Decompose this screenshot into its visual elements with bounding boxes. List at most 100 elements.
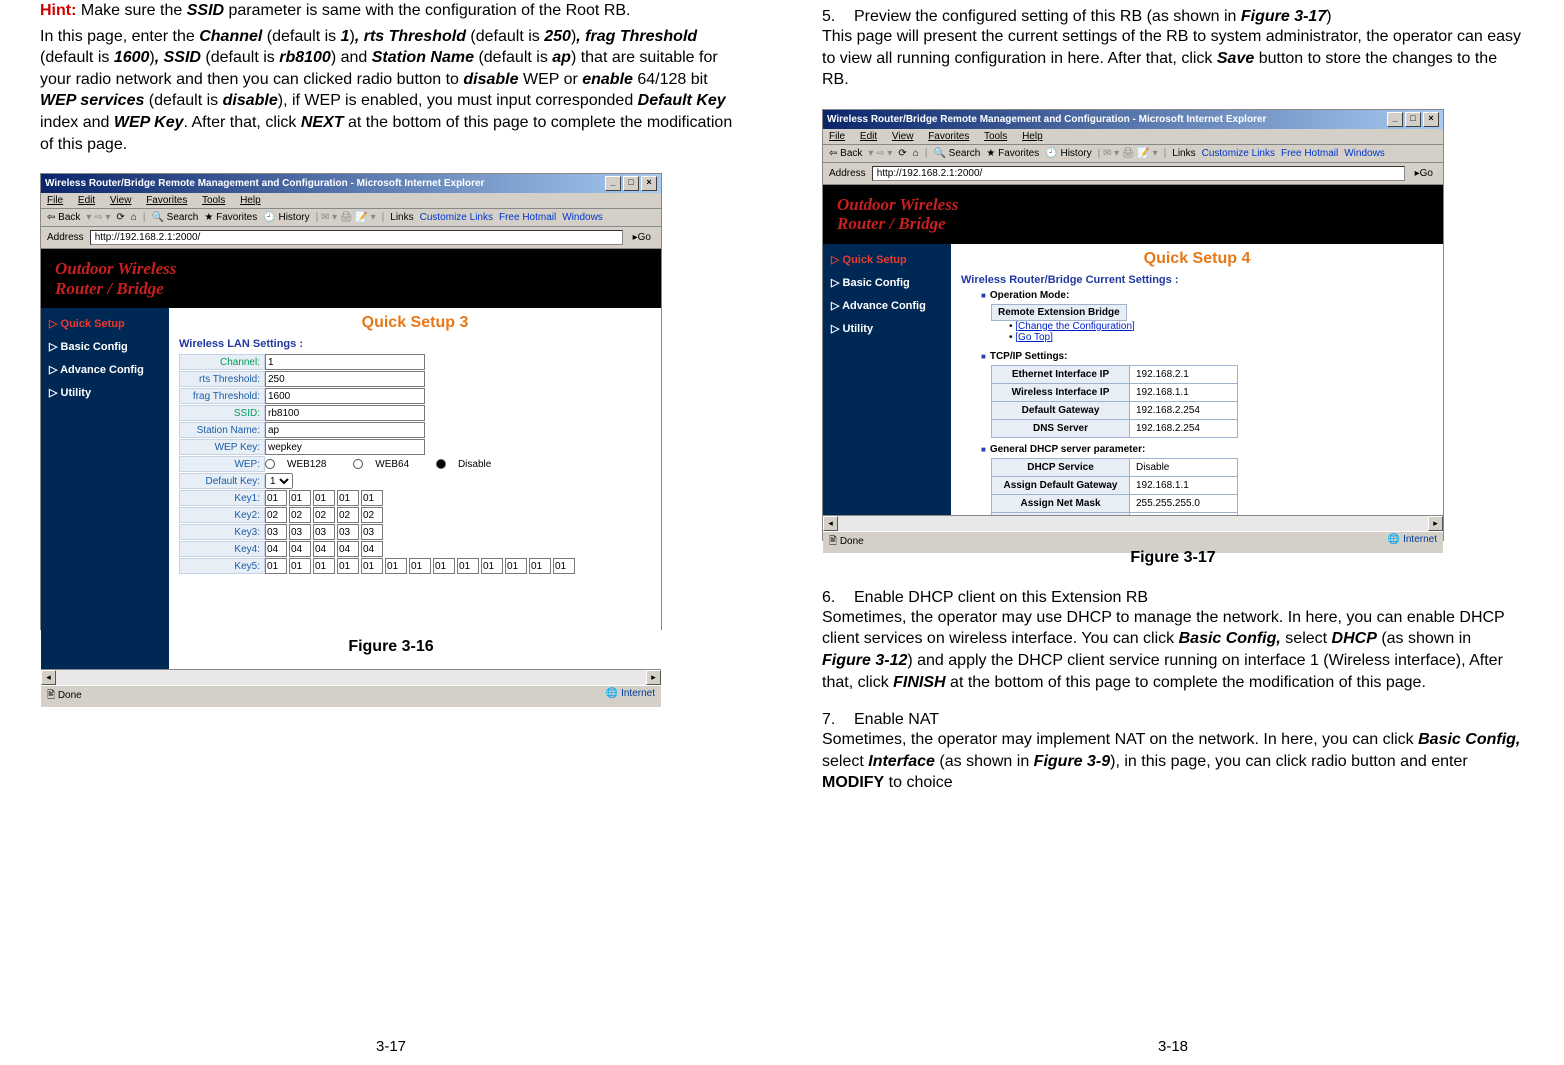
input-wepkey[interactable] <box>265 439 425 455</box>
menu-bar[interactable]: File Edit View Favorites Tools Help <box>41 193 661 209</box>
link-hotmail[interactable]: Free Hotmail <box>499 212 556 223</box>
search-button[interactable]: Search <box>949 148 981 159</box>
key-input[interactable] <box>289 490 311 506</box>
nav-utility[interactable]: ▷ Utility <box>823 317 951 340</box>
link-hotmail[interactable]: Free Hotmail <box>1281 148 1338 159</box>
link-change-config[interactable]: [Change the Configuration] <box>1015 321 1135 332</box>
nav-utility[interactable]: ▷ Utility <box>41 381 169 404</box>
nav-advance-config[interactable]: ▷ Advance Config <box>823 294 951 317</box>
menu-tools[interactable]: Tools <box>984 131 1007 142</box>
key-input[interactable] <box>553 558 575 574</box>
key-input[interactable] <box>265 507 287 523</box>
history-button[interactable]: History <box>1060 148 1091 159</box>
key-input[interactable] <box>265 558 287 574</box>
menu-bar[interactable]: File Edit View Favorites Tools Help <box>823 129 1443 145</box>
key-input[interactable] <box>337 524 359 540</box>
nav-basic-config[interactable]: ▷ Basic Config <box>823 271 951 294</box>
radio-web64[interactable]: WEB64 <box>353 459 421 470</box>
key-input[interactable] <box>289 558 311 574</box>
input-frag[interactable] <box>265 388 425 404</box>
status-bar: 🖹 Done 🌐 Internet <box>41 685 661 707</box>
select-default-key[interactable]: 1 <box>265 473 293 489</box>
key-input[interactable] <box>289 541 311 557</box>
key-input[interactable] <box>409 558 431 574</box>
radio-web128[interactable]: WEB128 <box>265 459 338 470</box>
key-input[interactable] <box>289 507 311 523</box>
key-input[interactable] <box>289 524 311 540</box>
favorites-button[interactable]: Favorites <box>216 212 257 223</box>
step-7-body: Sometimes, the operator may implement NA… <box>822 729 1524 794</box>
horizontal-scrollbar[interactable]: ◂▸ <box>41 669 661 685</box>
key-input[interactable] <box>361 558 383 574</box>
key-input[interactable] <box>505 558 527 574</box>
key-input[interactable] <box>313 524 335 540</box>
key-input[interactable] <box>265 524 287 540</box>
key-input[interactable] <box>529 558 551 574</box>
key-input[interactable] <box>481 558 503 574</box>
link-go-top[interactable]: [Go Top] <box>1015 332 1053 343</box>
go-button[interactable]: ▸Go <box>1411 168 1437 179</box>
key-input[interactable] <box>433 558 455 574</box>
link-windows[interactable]: Windows <box>562 212 603 223</box>
key-input[interactable] <box>361 490 383 506</box>
back-button[interactable]: Back <box>840 148 862 159</box>
link-windows[interactable]: Windows <box>1344 148 1385 159</box>
back-button[interactable]: Back <box>58 212 80 223</box>
maximize-icon[interactable]: □ <box>1405 112 1421 127</box>
menu-view[interactable]: View <box>110 195 132 206</box>
input-rts[interactable] <box>265 371 425 387</box>
close-icon[interactable]: × <box>641 176 657 191</box>
nav-quick-setup[interactable]: ▷ Quick Setup <box>41 312 169 335</box>
input-channel[interactable] <box>265 354 425 370</box>
menu-file[interactable]: File <box>829 131 845 142</box>
menu-view[interactable]: View <box>892 131 914 142</box>
menu-edit[interactable]: Edit <box>78 195 95 206</box>
link-customize[interactable]: Customize Links <box>420 212 493 223</box>
minimize-icon[interactable]: _ <box>605 176 621 191</box>
toolbar[interactable]: ⇦ Back ▾ ⇨ ▾ ⟳⌂ | 🔍 Search ★ Favorites 🕘… <box>823 145 1443 163</box>
key-input[interactable] <box>265 541 287 557</box>
menu-favorites[interactable]: Favorites <box>928 131 969 142</box>
nav-quick-setup[interactable]: ▷ Quick Setup <box>823 248 951 271</box>
key-input[interactable] <box>337 507 359 523</box>
link-customize[interactable]: Customize Links <box>1202 148 1275 159</box>
key-input[interactable] <box>385 558 407 574</box>
nav-advance-config[interactable]: ▷ Advance Config <box>41 358 169 381</box>
table-key: Default Gateway <box>992 401 1130 419</box>
history-button[interactable]: History <box>278 212 309 223</box>
key-input[interactable] <box>313 490 335 506</box>
menu-favorites[interactable]: Favorites <box>146 195 187 206</box>
toolbar[interactable]: ⇦ Back ▾ ⇨ ▾ ⟳⌂ | 🔍 Search ★ Favorites 🕘… <box>41 209 661 227</box>
status-zone: Internet <box>621 688 655 699</box>
key-input[interactable] <box>361 541 383 557</box>
favorites-button[interactable]: Favorites <box>998 148 1039 159</box>
address-input[interactable] <box>872 166 1405 181</box>
key-input[interactable] <box>313 558 335 574</box>
maximize-icon[interactable]: □ <box>623 176 639 191</box>
nav-basic-config[interactable]: ▷ Basic Config <box>41 335 169 358</box>
menu-tools[interactable]: Tools <box>202 195 225 206</box>
key-input[interactable] <box>361 524 383 540</box>
address-input[interactable] <box>90 230 623 245</box>
table-value: 192.168.2.254 <box>1130 419 1238 437</box>
menu-help[interactable]: Help <box>240 195 261 206</box>
radio-disable[interactable]: Disable <box>436 459 503 470</box>
key-input[interactable] <box>457 558 479 574</box>
close-icon[interactable]: × <box>1423 112 1439 127</box>
menu-help[interactable]: Help <box>1022 131 1043 142</box>
input-station[interactable] <box>265 422 425 438</box>
key-input[interactable] <box>265 490 287 506</box>
key-input[interactable] <box>337 490 359 506</box>
key-input[interactable] <box>337 558 359 574</box>
key-input[interactable] <box>361 507 383 523</box>
menu-file[interactable]: File <box>47 195 63 206</box>
key-input[interactable] <box>337 541 359 557</box>
input-ssid[interactable] <box>265 405 425 421</box>
search-button[interactable]: Search <box>167 212 199 223</box>
key-input[interactable] <box>313 541 335 557</box>
minimize-icon[interactable]: _ <box>1387 112 1403 127</box>
menu-edit[interactable]: Edit <box>860 131 877 142</box>
go-button[interactable]: ▸Go <box>629 232 655 243</box>
horizontal-scrollbar[interactable]: ◂▸ <box>823 515 1443 531</box>
key-input[interactable] <box>313 507 335 523</box>
